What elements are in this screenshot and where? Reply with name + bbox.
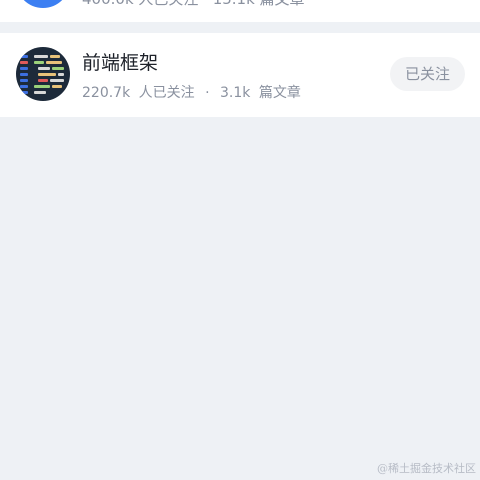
topic-list-page: 400.0k 人已关注 · 15.1k 篇文章 前端框架 — [0, 0, 480, 480]
topic-meta: 220.7k 人已关注 · 3.1k 篇文章 — [82, 82, 301, 102]
watermark: @稀土掘金技术社区 — [377, 462, 476, 475]
topic-avatar-partial — [16, 0, 70, 8]
topic-card-partial[interactable]: 400.0k 人已关注 · 15.1k 篇文章 — [0, 0, 480, 22]
articles-label: 篇文章 — [258, 85, 301, 101]
followers-label: 人已关注 — [138, 85, 195, 101]
meta-separator: · — [205, 85, 210, 101]
topic-title[interactable]: 前端框架 — [82, 48, 158, 75]
followed-button[interactable]: 已关注 — [390, 57, 465, 91]
topic-card[interactable]: 前端框架 220.7k 人已关注 · 3.1k 篇文章 已关注 — [0, 33, 480, 117]
code-editor-icon — [16, 47, 70, 101]
articles-count: 3.1k — [220, 85, 251, 101]
topic-meta-partial: 400.0k 人已关注 · 15.1k 篇文章 — [82, 0, 305, 9]
followers-count: 220.7k — [82, 85, 131, 101]
